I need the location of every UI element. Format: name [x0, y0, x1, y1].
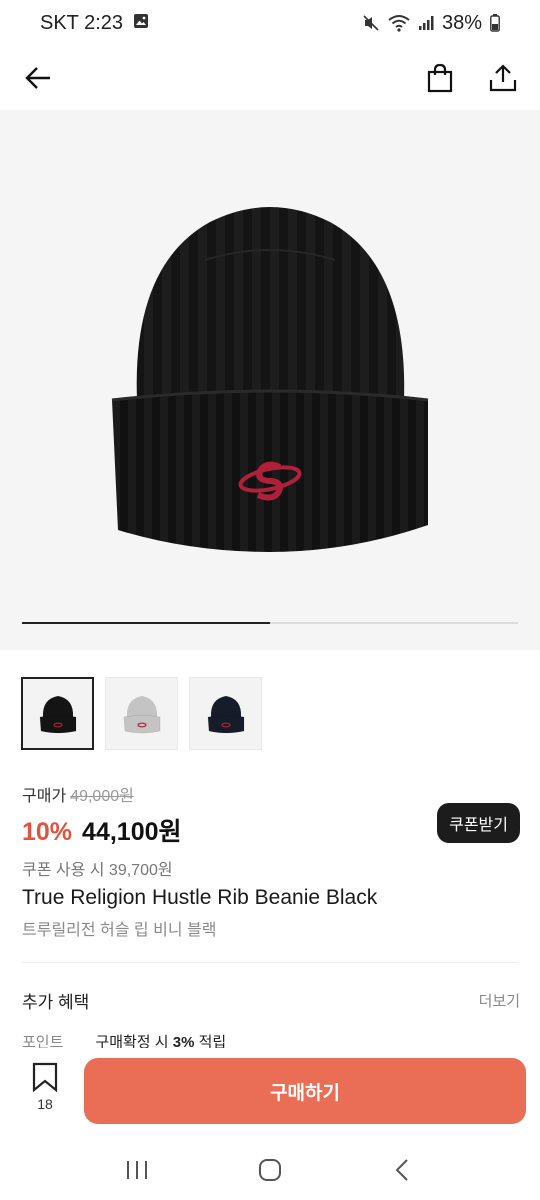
- bottom-action-bar: 18 구매하기: [0, 1048, 540, 1140]
- app-header: [0, 46, 540, 110]
- home-icon: [258, 1159, 281, 1181]
- benefits-section: 추가 혜택 더보기 포인트 구매확정 시 3% 적립: [22, 988, 520, 1052]
- image-icon: [133, 12, 149, 35]
- discount-rate: 10%: [22, 818, 73, 846]
- bookmark-icon: [32, 1062, 58, 1092]
- thumbnail-navy[interactable]: [189, 677, 262, 750]
- product-title: True Religion Hustle Rib Beanie Black: [22, 886, 378, 909]
- carrier-time: SKT 2:23: [40, 11, 124, 34]
- recents-icon: [126, 1161, 147, 1179]
- thumbnail-gray[interactable]: [105, 677, 178, 750]
- cart-button[interactable]: [418, 56, 462, 100]
- back-button[interactable]: [16, 56, 60, 100]
- benefits-header: 추가 혜택 더보기: [22, 988, 520, 1013]
- coupon-price-note: 쿠폰 사용 시 39,700원: [22, 862, 173, 879]
- battery-icon: [490, 14, 500, 32]
- carousel-progress: [22, 622, 518, 624]
- mute-icon: [362, 14, 380, 32]
- product-title-block: True Religion Hustle Rib Beanie Black 트루…: [22, 886, 520, 940]
- home-button[interactable]: [240, 1145, 300, 1195]
- back-nav-button[interactable]: [373, 1145, 433, 1195]
- get-coupon-button[interactable]: 쿠폰받기: [437, 803, 520, 843]
- thumbnail-image: [123, 695, 160, 733]
- price-label: 구매가: [22, 788, 67, 805]
- price-block: 구매가 49,000원 10% 44,100원 쿠폰 사용 시 39,700원 …: [22, 782, 520, 880]
- product-image: [111, 207, 429, 552]
- back-arrow-icon: [25, 67, 50, 89]
- thumbnail-list: [21, 677, 262, 750]
- wifi-icon: [388, 14, 410, 32]
- status-left: SKT 2:23: [40, 12, 149, 35]
- carousel-progress-fill: [22, 622, 270, 624]
- status-bar: SKT 2:23 38%: [0, 0, 540, 46]
- wishlist-count: 18: [37, 1096, 53, 1112]
- product-image-carousel[interactable]: [0, 110, 540, 650]
- sale-price: 44,100원: [82, 818, 182, 846]
- chevron-left-icon: [395, 1159, 409, 1181]
- system-nav-bar: [0, 1140, 540, 1200]
- buy-button[interactable]: 구매하기: [84, 1058, 526, 1124]
- wishlist-button[interactable]: 18: [22, 1062, 68, 1122]
- share-button[interactable]: [481, 56, 525, 100]
- signal-icon: [418, 15, 434, 31]
- battery-level: 38%: [441, 11, 482, 34]
- shopping-bag-icon: [427, 63, 453, 93]
- divider: [22, 962, 518, 963]
- thumbnail-image: [207, 695, 244, 733]
- more-link[interactable]: 더보기: [479, 990, 520, 1011]
- product-title-korean: 트루릴리전 허슬 립 비니 블랙: [22, 922, 217, 939]
- status-right: 38%: [362, 12, 500, 35]
- thumbnail-black[interactable]: [21, 677, 94, 750]
- share-icon: [489, 64, 517, 92]
- benefits-title: 추가 혜택: [22, 993, 90, 1012]
- recents-button[interactable]: [107, 1145, 167, 1195]
- thumbnail-image: [39, 695, 76, 733]
- original-price: 49,000원: [70, 788, 134, 805]
